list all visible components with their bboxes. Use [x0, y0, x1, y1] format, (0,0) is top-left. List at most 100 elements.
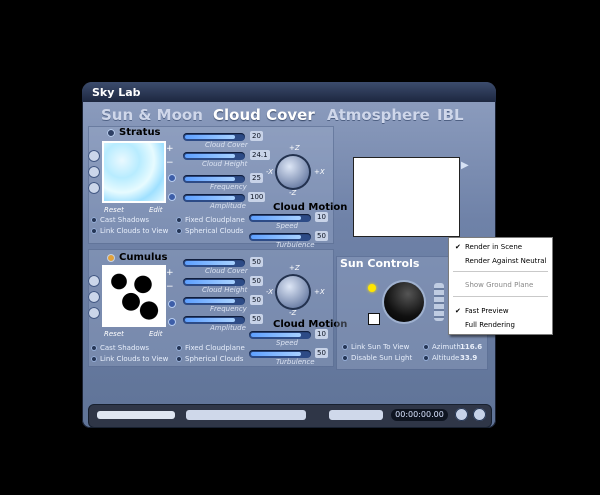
azimuth-value[interactable]: 116.6 [458, 342, 484, 352]
stratus-amplitude-label: Amplitude [210, 202, 246, 210]
cumulus-speed-label: Speed [276, 339, 298, 347]
cumulus-amplitude-label: Amplitude [210, 324, 246, 332]
cumulus-frequency-value[interactable]: 50 [250, 295, 263, 305]
sun-position-dial[interactable] [384, 282, 424, 322]
cumulus-amplitude-slider[interactable] [183, 316, 245, 324]
disable-sun-light-checkbox[interactable]: Disable Sun Light [342, 354, 412, 362]
menu-show-ground-plane[interactable]: Show Ground Plane [465, 281, 533, 289]
window-titlebar[interactable] [82, 82, 496, 102]
stratus-frequency-value[interactable]: 25 [250, 173, 263, 183]
close-icon[interactable] [455, 408, 468, 421]
stratus-radio-1[interactable] [88, 150, 100, 162]
menu-render-against-neutral[interactable]: Render Against Neutral [465, 257, 547, 265]
altitude-value[interactable]: 33.9 [458, 353, 479, 363]
stratus-motion-title: Cloud Motion [273, 202, 348, 213]
stratus-cast-shadows-checkbox[interactable]: Cast Shadows [91, 216, 149, 224]
stratus-step-up-icon[interactable] [168, 174, 176, 182]
cumulus-step-up-icon[interactable] [168, 300, 176, 308]
cumulus-plus-icon[interactable]: + [166, 268, 174, 278]
stratus-amplitude-slider[interactable] [183, 194, 245, 202]
stratus-link-clouds-checkbox[interactable]: Link Clouds to View [91, 227, 168, 235]
cumulus-turbulence-slider[interactable] [249, 350, 311, 358]
cumulus-texture-preview[interactable] [102, 265, 166, 327]
tab-atmosphere[interactable]: Atmosphere [327, 106, 430, 124]
stratus-axis-mx: -X [266, 168, 274, 176]
stratus-spherical-clouds-checkbox[interactable]: Spherical Clouds [176, 227, 243, 235]
cumulus-motion-joystick[interactable] [275, 274, 311, 310]
menu-separator-1 [453, 271, 548, 272]
accept-icon[interactable] [473, 408, 486, 421]
cumulus-cloud-cover-slider[interactable] [183, 259, 245, 267]
sun-controls-title: Sun Controls [340, 257, 420, 270]
cumulus-toggle-icon[interactable] [107, 254, 115, 262]
link-sun-to-view-checkbox[interactable]: Link Sun To View [342, 343, 409, 351]
cumulus-cloud-cover-value[interactable]: 50 [250, 257, 263, 267]
stratus-axis-mz: -Z [289, 189, 297, 197]
stratus-axis-px: +X [314, 168, 325, 176]
cumulus-frequency-slider[interactable] [183, 297, 245, 305]
stratus-motion-joystick[interactable] [275, 154, 311, 190]
cumulus-reset-button[interactable]: Reset [104, 330, 124, 338]
render-in-scene-check-icon: ✔ [455, 243, 461, 251]
stratus-edit-button[interactable]: Edit [149, 206, 163, 214]
tab-cloud-cover[interactable]: Cloud Cover [213, 106, 315, 124]
stratus-amplitude-value[interactable]: 100 [248, 192, 266, 202]
cumulus-link-clouds-checkbox[interactable]: Link Clouds to View [91, 355, 168, 363]
menu-render-in-scene[interactable]: Render in Scene [465, 243, 522, 251]
window-title: Sky Lab [92, 86, 141, 99]
cumulus-cloud-height-label: Cloud Height [202, 286, 248, 294]
cumulus-cloud-height-slider[interactable] [183, 278, 245, 286]
tab-sun-moon[interactable]: Sun & Moon [101, 106, 203, 124]
cumulus-speed-value[interactable]: 10 [315, 329, 328, 339]
cumulus-turbulence-value[interactable]: 50 [315, 348, 328, 358]
menu-fast-preview[interactable]: Fast Preview [465, 307, 509, 315]
stratus-cloud-cover-value[interactable]: 20 [250, 131, 263, 141]
stratus-turbulence-value[interactable]: 50 [315, 231, 328, 241]
sun-intensity-stack[interactable] [434, 283, 444, 321]
stratus-turbulence-slider[interactable] [249, 233, 311, 241]
stratus-fixed-cloudplane-checkbox[interactable]: Fixed Cloudplane [176, 216, 245, 224]
stratus-toggle-icon[interactable] [107, 129, 115, 137]
stratus-cloud-cover-label: Cloud Cover [205, 141, 248, 149]
playback-controls[interactable] [186, 410, 306, 420]
render-preview[interactable] [353, 157, 460, 237]
tab-ibl[interactable]: IBL [437, 106, 464, 124]
stratus-plus-icon[interactable]: + [166, 144, 174, 154]
stratus-texture-preview[interactable] [102, 141, 166, 203]
timeline-slider[interactable] [97, 411, 175, 419]
stratus-frequency-slider[interactable] [183, 175, 245, 183]
sun-color-icon[interactable] [368, 284, 376, 292]
keyframe-controls[interactable] [329, 410, 383, 420]
cumulus-radio-3[interactable] [88, 307, 100, 319]
preview-menu-arrow-icon[interactable]: ▶ [461, 160, 469, 171]
cumulus-step-down-icon[interactable] [168, 318, 176, 326]
stratus-minus-icon[interactable]: − [166, 158, 174, 168]
cumulus-axis-px: +X [314, 288, 325, 296]
cumulus-amplitude-value[interactable]: 50 [250, 314, 263, 324]
cumulus-edit-button[interactable]: Edit [149, 330, 163, 338]
menu-full-rendering[interactable]: Full Rendering [465, 321, 515, 329]
cumulus-cast-shadows-checkbox[interactable]: Cast Shadows [91, 344, 149, 352]
cumulus-spherical-clouds-checkbox[interactable]: Spherical Clouds [176, 355, 243, 363]
stratus-speed-slider[interactable] [249, 214, 311, 222]
stratus-cloud-height-value[interactable]: 24.1 [250, 150, 270, 160]
cumulus-cloud-cover-label: Cloud Cover [205, 267, 248, 275]
fast-preview-check-icon: ✔ [455, 307, 461, 315]
stratus-cloud-height-slider[interactable] [183, 152, 245, 160]
cumulus-minus-icon[interactable]: − [166, 282, 174, 292]
stratus-cloud-cover-slider[interactable] [183, 133, 245, 141]
timecode-display[interactable]: 00:00:00.00 [391, 409, 448, 421]
stratus-step-down-icon[interactable] [168, 193, 176, 201]
stratus-reset-button[interactable]: Reset [104, 206, 124, 214]
stratus-radio-3[interactable] [88, 182, 100, 194]
cumulus-radio-1[interactable] [88, 275, 100, 287]
cumulus-radio-2[interactable] [88, 291, 100, 303]
cumulus-speed-slider[interactable] [249, 331, 311, 339]
cumulus-axis-mz: -Z [289, 309, 297, 317]
sun-square-icon[interactable] [368, 313, 380, 325]
cumulus-title: Cumulus [119, 252, 168, 263]
cumulus-fixed-cloudplane-checkbox[interactable]: Fixed Cloudplane [176, 344, 245, 352]
stratus-radio-2[interactable] [88, 166, 100, 178]
cumulus-cloud-height-value[interactable]: 50 [250, 276, 263, 286]
stratus-speed-value[interactable]: 10 [315, 212, 328, 222]
